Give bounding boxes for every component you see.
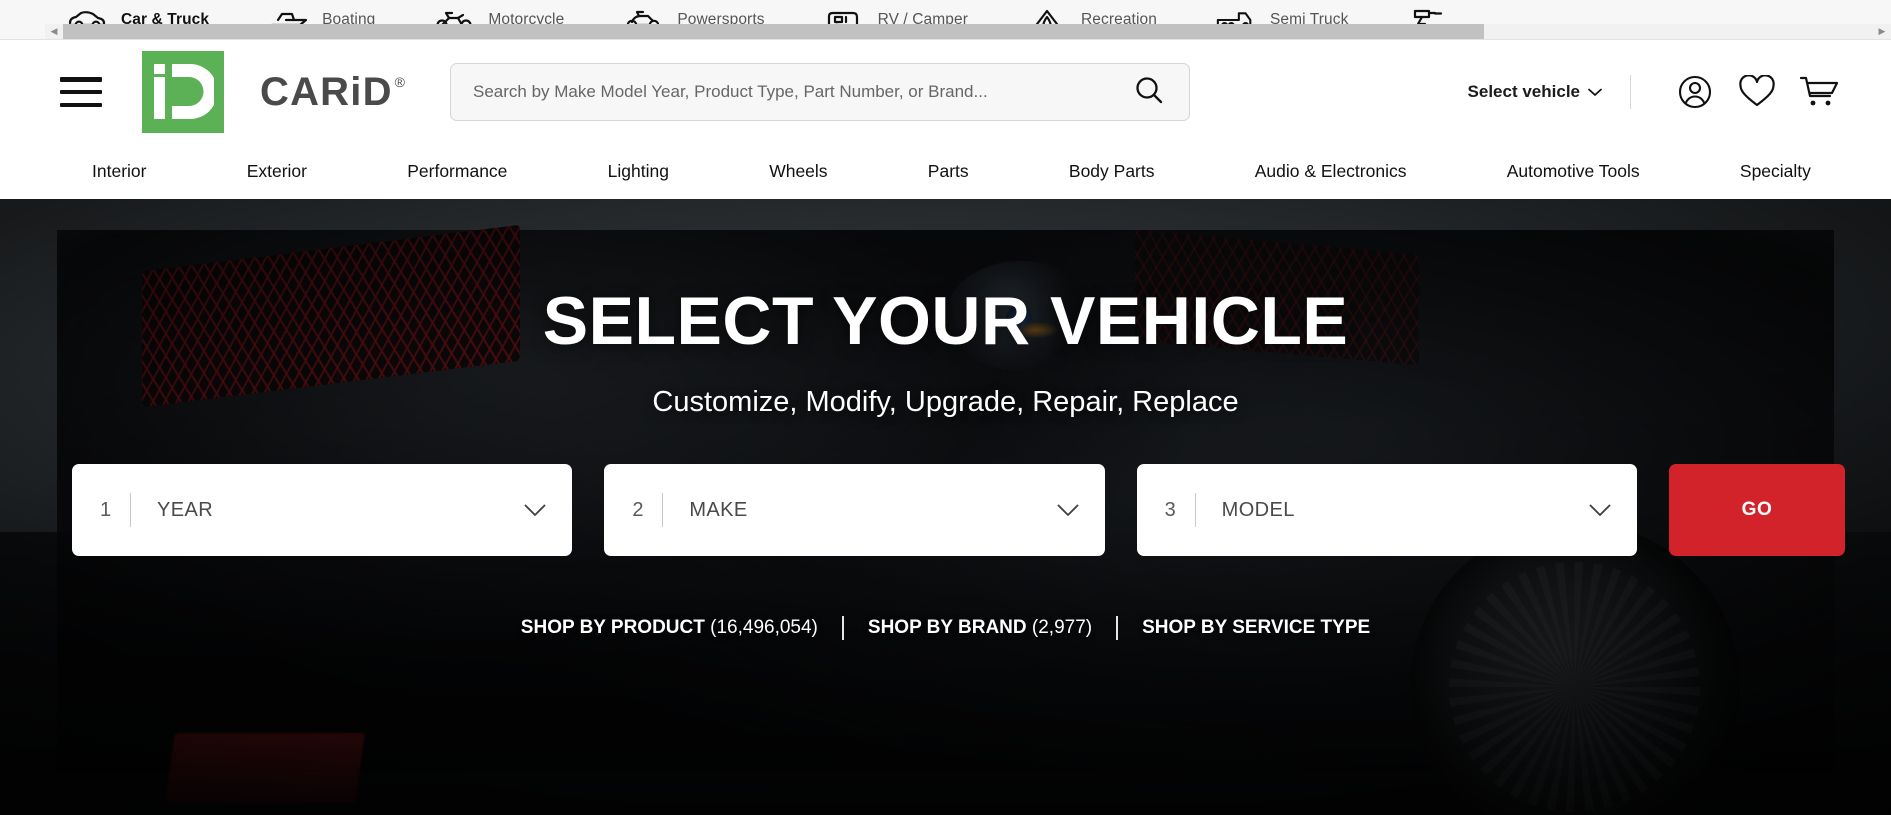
scroll-right-arrow-icon[interactable]: ▶ bbox=[1873, 24, 1891, 39]
scrollbar-track[interactable] bbox=[63, 24, 1873, 39]
go-button[interactable]: GO bbox=[1668, 464, 1845, 556]
shop-by-service-type-link[interactable]: SHOP BY SERVICE TYPE bbox=[1142, 617, 1370, 639]
year-dropdown-label: YEAR bbox=[157, 498, 214, 521]
nav-item-automotive-tools[interactable]: Automotive Tools bbox=[1507, 161, 1640, 182]
registered-mark: ® bbox=[394, 74, 405, 90]
hamburger-icon[interactable] bbox=[60, 77, 102, 107]
select-vehicle-label: Select vehicle bbox=[1467, 82, 1580, 101]
account-icon[interactable] bbox=[1669, 70, 1721, 114]
make-step-number: 2 bbox=[632, 498, 644, 521]
search-bar[interactable] bbox=[450, 63, 1190, 121]
nav-item-performance[interactable]: Performance bbox=[407, 161, 507, 182]
scroll-left-arrow-icon[interactable]: ◀ bbox=[45, 24, 63, 39]
chevron-down-icon bbox=[524, 504, 546, 517]
nav-item-parts[interactable]: Parts bbox=[928, 161, 969, 182]
category-nav: Interior Exterior Performance Lighting W… bbox=[0, 144, 1891, 199]
nav-item-specialty[interactable]: Specialty bbox=[1740, 161, 1811, 182]
shop-by-product-link[interactable]: SHOP BY PRODUCT (16,496,054) bbox=[521, 617, 818, 639]
hero-text-block: SELECT YOUR VEHICLE Customize, Modify, U… bbox=[0, 199, 1891, 419]
shop-by-brand-link[interactable]: SHOP BY BRAND (2,977) bbox=[868, 617, 1092, 639]
shop-by-links: SHOP BY PRODUCT (16,496,054) SHOP BY BRA… bbox=[0, 616, 1891, 640]
nav-item-lighting[interactable]: Lighting bbox=[608, 161, 669, 182]
shop-by-product-label: SHOP BY PRODUCT bbox=[520, 617, 705, 638]
id-logo-icon bbox=[154, 64, 214, 119]
site-header: CARiD ® Select vehicle bbox=[0, 40, 1891, 144]
make-dropdown[interactable]: 2 MAKE bbox=[604, 464, 1105, 556]
year-step-number: 1 bbox=[100, 498, 112, 521]
search-input[interactable] bbox=[473, 82, 1127, 102]
nav-item-exterior[interactable]: Exterior bbox=[247, 161, 307, 182]
scrollbar-thumb[interactable] bbox=[63, 24, 1484, 39]
make-dropdown-label: MAKE bbox=[689, 498, 748, 521]
vehicle-type-strip: Car & Truck Boating Motorcycle Powerspor… bbox=[0, 0, 1891, 40]
shop-by-divider bbox=[1116, 616, 1119, 640]
model-dropdown[interactable]: 3 MODEL bbox=[1136, 464, 1637, 556]
chevron-down-icon bbox=[1588, 82, 1602, 102]
nav-item-wheels[interactable]: Wheels bbox=[769, 161, 827, 182]
search-icon bbox=[1132, 74, 1166, 111]
hero-subtitle: Customize, Modify, Upgrade, Repair, Repl… bbox=[652, 386, 1239, 418]
model-step-number: 3 bbox=[1164, 498, 1176, 521]
nav-item-audio-electronics[interactable]: Audio & Electronics bbox=[1255, 161, 1407, 182]
search-button[interactable] bbox=[1127, 70, 1171, 114]
vehicle-selector: 1 YEAR 2 MAKE 3 MODEL GO bbox=[0, 464, 1891, 556]
nav-item-body-parts[interactable]: Body Parts bbox=[1069, 161, 1155, 182]
header-actions: Select vehicle bbox=[1468, 70, 1845, 114]
shop-by-product-count: (16,496,054) bbox=[710, 617, 818, 638]
chevron-down-icon bbox=[1589, 504, 1611, 517]
carid-logo-mark[interactable] bbox=[142, 51, 224, 133]
model-dropdown-label: MODEL bbox=[1221, 498, 1295, 521]
wishlist-heart-icon[interactable] bbox=[1731, 70, 1783, 114]
field-divider bbox=[662, 493, 664, 527]
cart-icon[interactable] bbox=[1793, 70, 1845, 114]
vehicle-type-scrollbar[interactable]: ◀ ▶ bbox=[45, 24, 1891, 39]
carid-wordmark[interactable]: CARiD ® bbox=[260, 72, 405, 112]
field-divider bbox=[1194, 493, 1196, 527]
year-dropdown[interactable]: 1 YEAR bbox=[72, 464, 573, 556]
page-title: SELECT YOUR VEHICLE bbox=[542, 283, 1349, 359]
carid-wordmark-text: CARiD bbox=[260, 70, 393, 114]
hero-section: SELECT YOUR VEHICLE Customize, Modify, U… bbox=[0, 199, 1891, 815]
shop-by-brand-label: SHOP BY BRAND bbox=[867, 617, 1027, 638]
shop-by-divider bbox=[841, 616, 844, 640]
select-vehicle-dropdown[interactable]: Select vehicle bbox=[1468, 82, 1602, 102]
header-divider bbox=[1630, 75, 1631, 109]
chevron-down-icon bbox=[1057, 504, 1079, 517]
shop-by-brand-count: (2,977) bbox=[1031, 617, 1093, 638]
field-divider bbox=[130, 493, 131, 527]
nav-item-interior[interactable]: Interior bbox=[92, 161, 146, 182]
